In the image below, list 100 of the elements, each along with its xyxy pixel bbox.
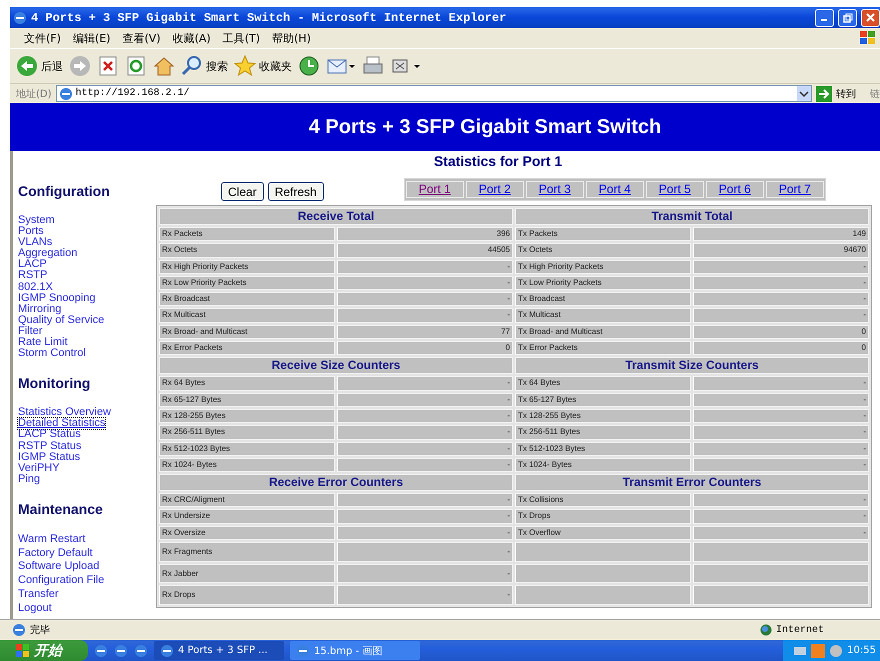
status-text: 完毕 xyxy=(30,624,50,637)
port-tab[interactable]: Port 7 xyxy=(766,181,824,198)
stop-icon[interactable] xyxy=(97,55,119,77)
sidebar-link[interactable]: Factory Default xyxy=(18,546,93,560)
network-icon xyxy=(793,644,808,656)
minimize-button[interactable] xyxy=(815,8,834,26)
table-cell: Rx 64 Bytes xyxy=(159,376,335,391)
section-heading: Configuration xyxy=(18,183,111,201)
port-tab[interactable]: Port 5 xyxy=(646,181,704,198)
section-heading: Maintenance xyxy=(18,500,104,519)
go-button[interactable]: 转到 xyxy=(836,86,856,100)
table-cell: Rx Broad- and Multicast xyxy=(159,324,335,340)
sidebar-link[interactable]: LACP Status xyxy=(18,429,81,440)
sidebar-link[interactable]: Detailed Statistics xyxy=(18,418,106,430)
sidebar-link[interactable]: Ping xyxy=(18,474,40,485)
sidebar-link[interactable]: VeriPHY xyxy=(18,462,60,474)
windows-logo-icon xyxy=(16,644,30,658)
table-cell: Rx CRC/Aligment xyxy=(159,493,335,508)
table-cell: Rx 128-255 Bytes xyxy=(159,408,335,424)
refresh-icon[interactable] xyxy=(125,55,147,77)
table-cell: - xyxy=(337,408,513,424)
sidebar-link[interactable]: RSTP Status xyxy=(18,440,82,452)
close-icon xyxy=(866,13,875,22)
sidebar-link[interactable]: Logout xyxy=(18,602,52,616)
action-button[interactable]: Clear xyxy=(221,182,264,201)
maximize-button[interactable] xyxy=(838,8,857,26)
taskbar-button[interactable]: 15.bmp - 画图 xyxy=(290,641,420,660)
zone-label: Internet xyxy=(776,624,824,636)
sidebar-link[interactable]: RSTP xyxy=(18,270,48,282)
menu-item[interactable]: 查看(V) xyxy=(116,30,167,46)
quick-launch-icon xyxy=(94,644,108,658)
globe-icon xyxy=(760,624,772,636)
menu-item[interactable]: 工具(T) xyxy=(216,30,266,46)
port-tab[interactable]: Port 6 xyxy=(706,181,764,198)
sidebar-link[interactable]: Statistics Overview xyxy=(18,407,111,418)
menu-item[interactable]: 收藏(A) xyxy=(166,30,217,46)
sidebar-link[interactable]: Warm Restart xyxy=(18,532,86,547)
menu-item[interactable]: 帮助(H) xyxy=(266,30,317,46)
port-tab[interactable]: Port 2 xyxy=(466,181,524,198)
table-cell: Rx Octets xyxy=(159,243,335,258)
table-cell: - xyxy=(693,292,869,306)
table-cell: - xyxy=(337,376,513,391)
address-field[interactable]: http://192.168.2.1/ xyxy=(56,85,812,102)
sidebar-link[interactable]: Software Upload xyxy=(18,560,100,574)
history-icon[interactable] xyxy=(298,55,320,77)
search-icon[interactable] xyxy=(181,55,203,77)
star-icon[interactable] xyxy=(234,55,256,77)
table-cell: - xyxy=(337,392,513,407)
sidebar-link[interactable]: LACP xyxy=(18,259,47,270)
table-cell: Rx Jabber xyxy=(159,564,335,584)
start-button[interactable]: 开始 xyxy=(0,640,88,661)
sidebar-link[interactable]: Configuration File xyxy=(18,574,104,588)
port-tab[interactable]: Port 1 xyxy=(406,181,464,198)
sidebar-link[interactable]: Mirroring xyxy=(18,304,62,315)
table-cell: Tx 1024- Bytes xyxy=(515,458,691,472)
table-cell: Tx Broad- and Multicast xyxy=(515,324,691,340)
sidebar-link[interactable]: IGMP Status xyxy=(18,452,80,463)
table-cell: - xyxy=(693,392,869,407)
home-icon[interactable] xyxy=(153,55,175,77)
taskbar-button[interactable]: 4 Ports + 3 SFP ... xyxy=(154,641,284,660)
toolbar-label[interactable]: 搜索 xyxy=(206,58,228,74)
port-tab[interactable]: Port 3 xyxy=(526,181,584,198)
toolbar-label[interactable]: 收藏夹 xyxy=(259,58,292,74)
table-cell: Tx 64 Bytes xyxy=(515,376,691,391)
sidebar-link[interactable]: Rate Limit xyxy=(18,337,68,348)
sidebar-link[interactable]: Ports xyxy=(18,226,44,238)
action-button[interactable]: Refresh xyxy=(268,182,324,201)
dropdown-icon[interactable] xyxy=(797,86,811,101)
port-tab[interactable]: Port 4 xyxy=(586,181,644,198)
menu-item[interactable]: 文件(F) xyxy=(18,30,67,46)
go-arrow-icon[interactable] xyxy=(816,86,832,102)
table-cell: Tx Error Packets xyxy=(515,341,691,356)
table-cell: - xyxy=(337,276,513,290)
sidebar-link[interactable]: Aggregation xyxy=(18,248,78,260)
links-label[interactable]: 链 xyxy=(870,86,880,100)
table-heading: Receive Size Counters xyxy=(159,357,513,374)
close-button[interactable] xyxy=(861,8,880,26)
sidebar-link[interactable]: Storm Control xyxy=(18,348,86,360)
table-cell: - xyxy=(693,376,869,391)
sidebar-link[interactable]: Quality of Service xyxy=(18,314,104,326)
table-cell: Rx 65-127 Bytes xyxy=(159,392,335,407)
menu-item[interactable]: 编辑(E) xyxy=(66,30,116,46)
sidebar-link[interactable]: Transfer xyxy=(18,588,59,602)
table-cell: - xyxy=(337,292,513,306)
page-title: Statistics for Port 1 xyxy=(432,153,564,171)
table-cell: - xyxy=(693,509,869,524)
sidebar-link[interactable]: VLANs xyxy=(18,237,52,248)
table-cell: 77 xyxy=(337,324,513,340)
sidebar-link[interactable]: IGMP Snooping xyxy=(18,292,96,304)
clock: 10:55 xyxy=(847,645,876,656)
sidebar-link[interactable]: Filter xyxy=(18,326,42,338)
table-cell: Rx Oversize xyxy=(159,526,335,540)
toolbar-label[interactable]: 后退 xyxy=(41,58,63,74)
table-heading: Receive Error Counters xyxy=(159,474,513,492)
table-cell: Rx Undersize xyxy=(159,509,335,524)
sidebar-link[interactable]: System xyxy=(18,215,55,226)
sidebar-link[interactable]: 802.1X xyxy=(18,282,53,293)
table-cell: Rx Error Packets xyxy=(159,341,335,356)
table-heading: Transmit Total xyxy=(515,208,869,225)
banner-title: 4 Ports + 3 SFP Gigabit Smart Switch xyxy=(308,116,662,138)
